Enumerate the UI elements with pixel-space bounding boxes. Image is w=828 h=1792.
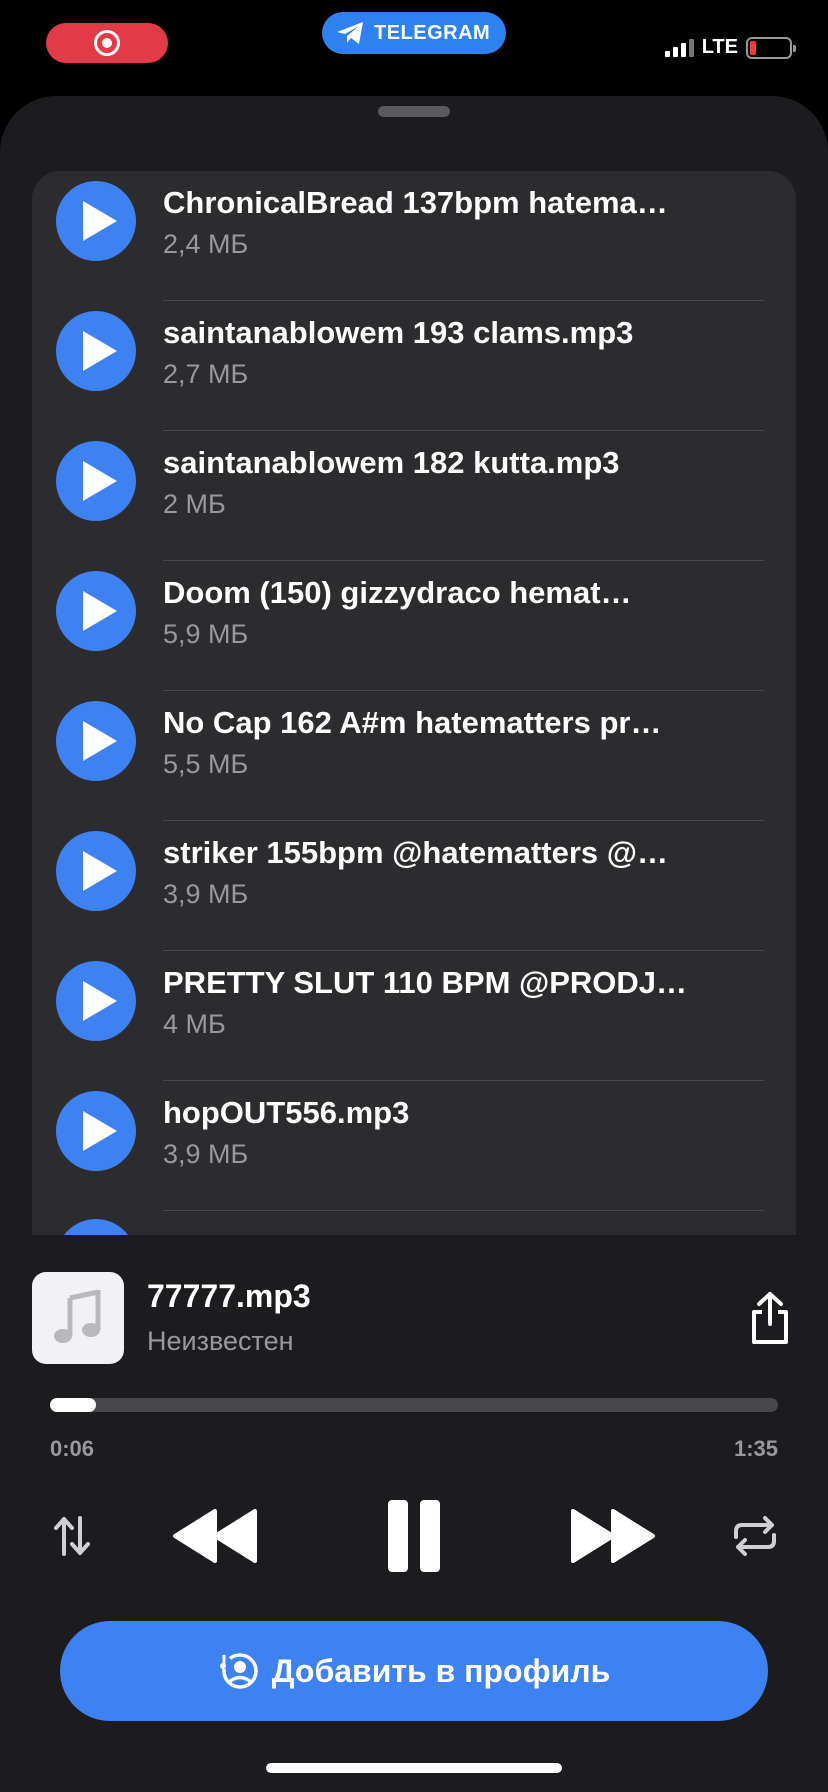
repeat-button[interactable] xyxy=(730,1514,780,1558)
now-playing-title: 77777.mp3 xyxy=(147,1278,311,1314)
progress-fill xyxy=(50,1398,96,1412)
add-to-profile-button[interactable]: Добавить в профиль xyxy=(60,1621,768,1721)
add-to-profile-label: Добавить в профиль xyxy=(271,1652,611,1689)
battery-icon xyxy=(746,36,796,59)
track-row[interactable]: saintanablowem 193 clams.mp3 2,7 МБ xyxy=(32,301,796,431)
track-title: saintanablowem 193 clams.mp3 xyxy=(163,315,634,350)
back-to-app-label: TELEGRAM xyxy=(374,21,491,44)
back-to-app-pill[interactable]: TELEGRAM xyxy=(322,12,506,54)
track-size: 2,4 МБ xyxy=(163,229,249,259)
fast-forward-icon xyxy=(571,1509,655,1563)
track-row[interactable]: hopOUT556.mp3 3,9 МБ xyxy=(32,1081,796,1211)
elapsed-time: 0:06 xyxy=(50,1436,95,1461)
playback-progress-slider[interactable] xyxy=(50,1398,778,1412)
record-icon xyxy=(94,30,120,56)
artwork xyxy=(32,1272,124,1364)
play-icon[interactable] xyxy=(56,571,136,651)
total-time: 1:35 xyxy=(733,1436,778,1461)
track-size: 3,9 МБ xyxy=(163,879,249,909)
status-bar: TELEGRAM LTE xyxy=(0,0,828,96)
playback-controls xyxy=(0,1486,828,1586)
play-icon[interactable] xyxy=(56,181,136,261)
pause-button[interactable] xyxy=(384,1498,444,1574)
play-icon[interactable] xyxy=(56,1091,136,1171)
track-title: striker 155bpm @hatematters @… xyxy=(163,835,668,870)
track-row[interactable]: No Cap 162 A#m hatematters pr… 5,5 МБ xyxy=(32,691,796,821)
reorder-icon xyxy=(54,1516,90,1556)
music-note-icon xyxy=(54,1290,101,1343)
fast-forward-button[interactable] xyxy=(568,1506,658,1566)
track-title: hopOUT556.mp3 xyxy=(163,1095,410,1130)
track-row[interactable]: ChronicalBread 137bpm hatema… 2,4 МБ xyxy=(32,171,796,301)
play-icon[interactable] xyxy=(56,701,136,781)
track-size: 3,9 МБ xyxy=(163,1139,249,1169)
play-icon[interactable] xyxy=(56,1219,136,1235)
play-icon[interactable] xyxy=(56,441,136,521)
profile-music-icon xyxy=(219,1653,258,1689)
signal-icon xyxy=(664,38,694,57)
play-icon[interactable] xyxy=(56,311,136,391)
divider xyxy=(163,1210,764,1211)
track-list[interactable]: ChronicalBread 137bpm hatema… 2,4 МБ saint… xyxy=(32,171,796,1235)
track-row[interactable]: saintanablowem 182 kutta.mp3 2 МБ xyxy=(32,431,796,561)
track-size: 4 МБ xyxy=(163,1009,226,1039)
home-indicator[interactable] xyxy=(266,1763,562,1773)
play-icon[interactable] xyxy=(56,961,136,1041)
telegram-icon xyxy=(337,22,363,44)
track-title: ChronicalBread 137bpm hatema… xyxy=(163,185,668,220)
repeat-icon xyxy=(734,1516,776,1556)
track-size: 2,7 МБ xyxy=(163,359,249,389)
track-row[interactable]: Doom (150) gizzydraco hemat… 5,9 МБ xyxy=(32,561,796,691)
status-indicators: LTE xyxy=(664,36,796,59)
screen-recording-indicator[interactable] xyxy=(46,23,168,63)
play-icon[interactable] xyxy=(56,831,136,911)
track-title: PRETTY SLUT 110 BPM @PRODJ… xyxy=(163,965,688,1000)
network-type: LTE xyxy=(701,36,738,58)
track-title: Doom (150) gizzydraco hemat… xyxy=(163,575,632,610)
track-size: 5,9 МБ xyxy=(163,619,249,649)
track-size: 5,5 МБ xyxy=(163,749,249,779)
order-toggle-button[interactable] xyxy=(50,1514,94,1558)
track-row[interactable]: striker 155bpm @hatematters @… 3,9 МБ xyxy=(32,821,796,951)
track-title: saintanablowem 182 kutta.mp3 xyxy=(163,445,620,480)
now-playing-artist: Неизвестен xyxy=(147,1326,294,1356)
track-size: 2 МБ xyxy=(163,489,226,519)
share-icon xyxy=(752,1292,788,1344)
track-title: No Cap 162 A#m hatematters pr… xyxy=(163,705,662,740)
sheet-grabber[interactable] xyxy=(378,106,450,117)
track-row[interactable]: PRETTY SLUT 110 BPM @PRODJ… 4 МБ xyxy=(32,951,796,1081)
rewind-button[interactable] xyxy=(170,1506,260,1566)
pause-icon xyxy=(388,1500,440,1572)
share-button[interactable] xyxy=(746,1290,794,1346)
music-player-sheet: ChronicalBread 137bpm hatema… 2,4 МБ saint… xyxy=(0,96,828,1792)
rewind-icon xyxy=(173,1509,257,1563)
